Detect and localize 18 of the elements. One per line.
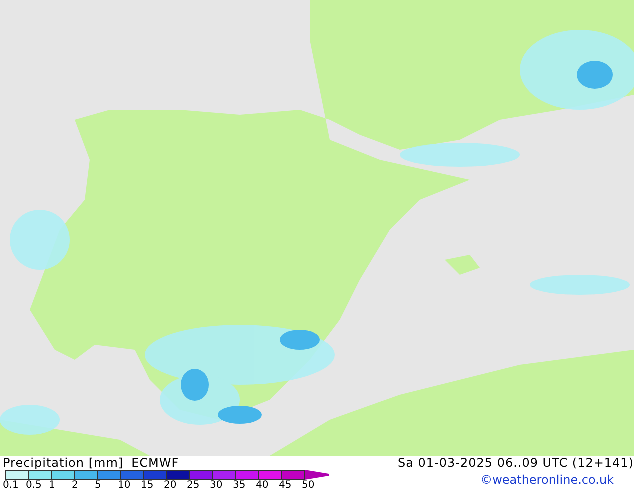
map-title: Precipitation [mm] [3,456,124,470]
legend-label: 40 [256,480,270,490]
legend-label: 25 [187,480,201,490]
valid-time: Sa 01-03-2025 06..09 UTC (12+141) [398,456,634,470]
legend-label: 20 [164,480,178,490]
legend-label: 50 [302,480,316,490]
legend-label: 1 [49,480,56,490]
legend-label: 0.5 [26,480,43,490]
legend-label: 5 [95,480,102,490]
legend-label: 30 [210,480,224,490]
legend-label: 2 [72,480,80,490]
legend-label: 10 [118,480,132,490]
credit-link[interactable]: ©weatheronline.co.uk [480,473,614,487]
legend-label: 0.1 [3,480,20,490]
legend-label: 45 [279,480,293,490]
legend-label: 35 [233,480,247,490]
model-name: ECMWF [132,456,180,470]
legend-label: 15 [141,480,155,490]
